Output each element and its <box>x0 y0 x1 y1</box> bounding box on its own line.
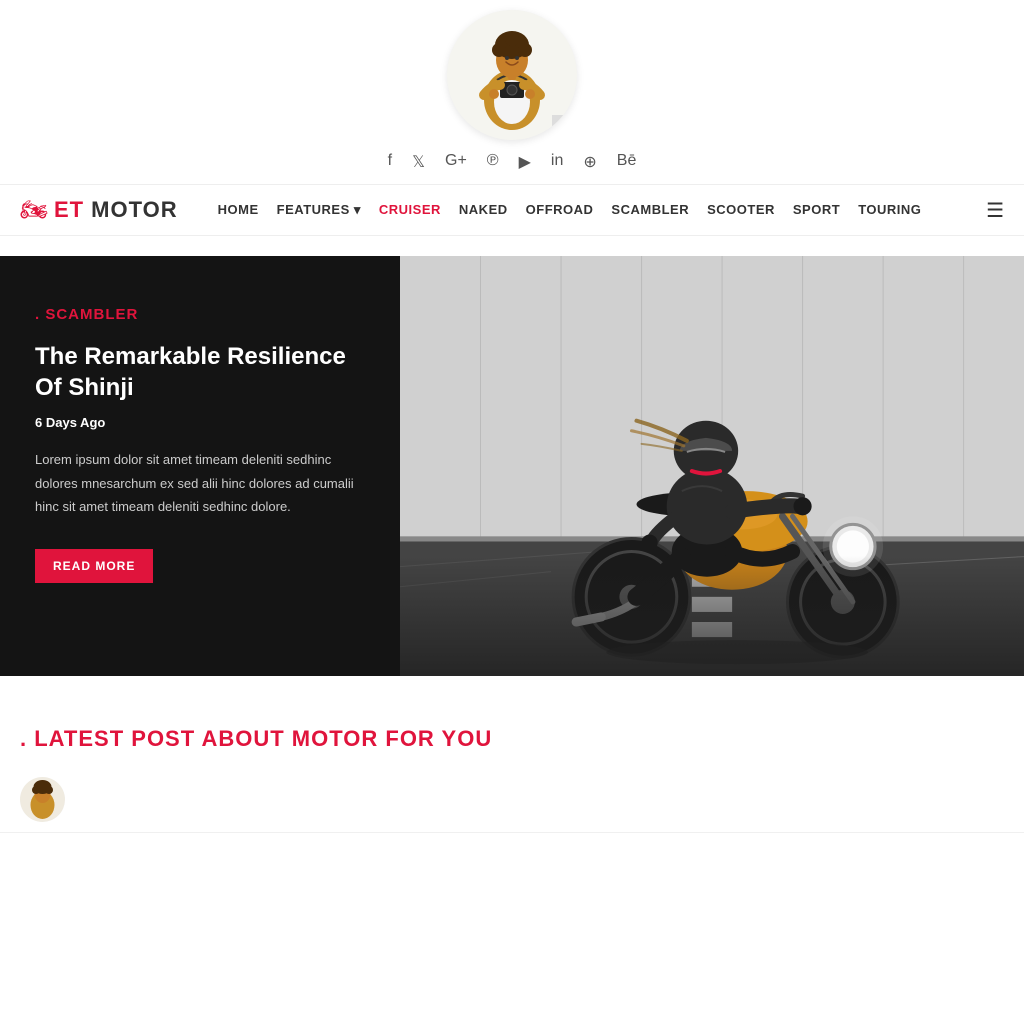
post-author-avatar <box>20 777 65 822</box>
nav-item-scooter[interactable]: SCOOTER <box>707 201 775 219</box>
hero-date: 6 Days Ago <box>35 415 365 430</box>
nav-item-features[interactable]: FEATURES ▾ <box>277 202 361 218</box>
pinterest-icon[interactable]: ℗ <box>487 152 499 172</box>
hero-banner: SCAMBLER The Remarkable Resilience Of Sh… <box>0 256 1024 676</box>
navbar: 🏍 ET MOTOR HOME FEATURES ▾ CRUISER NAKED… <box>0 184 1024 236</box>
hero-category: SCAMBLER <box>35 306 365 323</box>
avatar <box>447 10 577 140</box>
hamburger-menu-icon[interactable]: ☰ <box>986 198 1004 223</box>
google-plus-icon[interactable]: G+ <box>445 152 467 172</box>
dribbble-icon[interactable]: ⊕ <box>583 152 596 172</box>
youtube-icon[interactable]: ▶ <box>519 152 531 172</box>
latest-post-section: LATEST POST ABOUT MOTOR FOR YOU <box>0 696 1024 833</box>
hero-content: SCAMBLER The Remarkable Resilience Of Sh… <box>0 256 400 676</box>
facebook-icon[interactable]: f <box>388 152 392 172</box>
nav-menu: HOME FEATURES ▾ CRUISER NAKED OFFROAD SC… <box>218 201 986 219</box>
nav-item-touring[interactable]: TOURING <box>858 201 921 219</box>
nav-item-naked[interactable]: NAKED <box>459 201 508 219</box>
nav-item-scambler[interactable]: SCAMBLER <box>611 201 689 219</box>
logo-icon: 🏍 <box>20 197 48 223</box>
nav-item-cruiser[interactable]: CRUISER <box>379 201 441 219</box>
linkedin-icon[interactable]: in <box>551 152 563 172</box>
latest-post-row <box>0 767 1024 833</box>
latest-post-heading: LATEST POST ABOUT MOTOR FOR YOU <box>0 696 1024 767</box>
hero-excerpt: Lorem ipsum dolor sit amet timeam deleni… <box>35 448 365 518</box>
behance-icon[interactable]: Bē <box>617 152 637 172</box>
social-icons-row: f 𝕏 G+ ℗ ▶ in ⊕ Bē <box>388 140 637 184</box>
road-overlay <box>400 556 1024 676</box>
nav-item-offroad[interactable]: OFFROAD <box>526 201 594 219</box>
site-logo[interactable]: 🏍 ET MOTOR <box>20 197 178 223</box>
logo-text: ET MOTOR <box>54 197 178 223</box>
nav-item-home[interactable]: HOME <box>218 201 259 219</box>
hero-image <box>400 256 1024 676</box>
twitter-icon[interactable]: 𝕏 <box>412 152 425 172</box>
read-more-button[interactable]: READ MORE <box>35 549 153 583</box>
nav-item-sport[interactable]: SPORT <box>793 201 840 219</box>
hero-title: The Remarkable Resilience Of Shinji <box>35 341 365 403</box>
social-bar: f 𝕏 G+ ℗ ▶ in ⊕ Bē <box>0 0 1024 184</box>
